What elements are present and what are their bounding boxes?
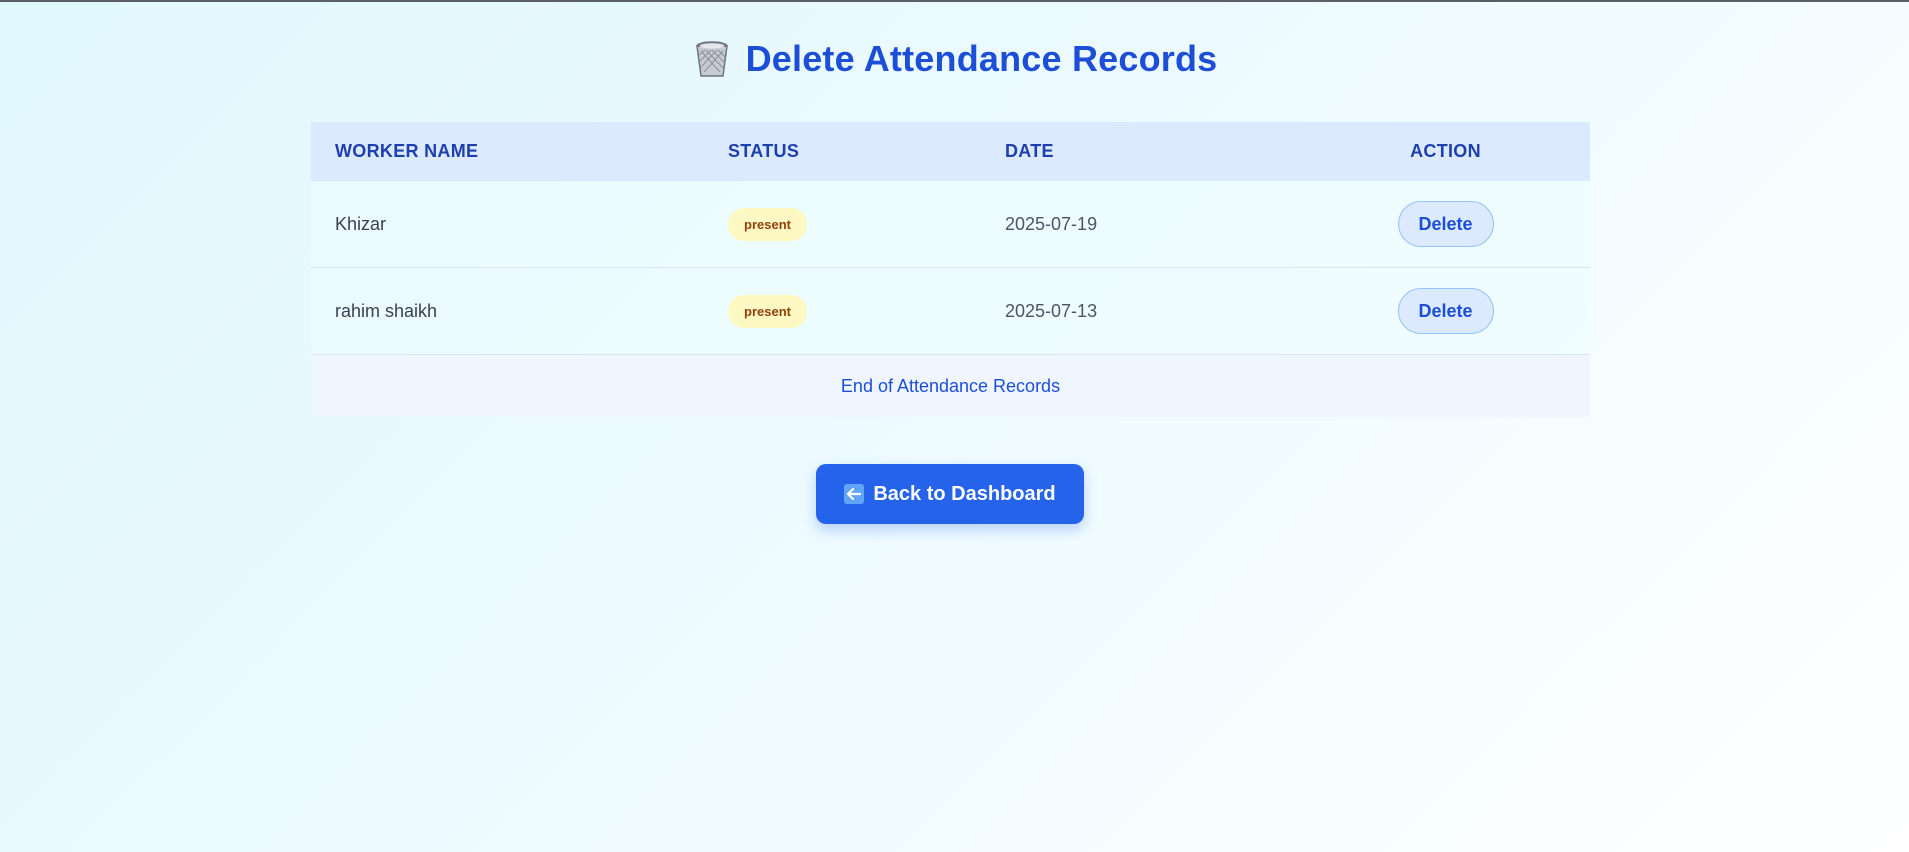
left-arrow-icon bbox=[844, 484, 865, 504]
column-header-worker-name: WORKER NAME bbox=[311, 122, 704, 181]
column-header-status: STATUS bbox=[704, 122, 981, 181]
wastebasket-icon bbox=[692, 39, 732, 79]
table-row: rahim shaikh present 2025-07-13 Delete bbox=[311, 267, 1590, 355]
window-top-border bbox=[0, 0, 1909, 2]
action-cell: Delete bbox=[1301, 181, 1590, 268]
status-cell: present bbox=[704, 181, 981, 268]
worker-name-cell: rahim shaikh bbox=[311, 267, 704, 355]
date-cell: 2025-07-19 bbox=[981, 181, 1301, 268]
attendance-table-container: WORKER NAME STATUS DATE ACTION Khizar pr… bbox=[311, 122, 1590, 417]
status-badge: present bbox=[728, 207, 807, 241]
column-header-date: DATE bbox=[981, 122, 1301, 181]
column-header-action: ACTION bbox=[1301, 122, 1590, 181]
delete-button[interactable]: Delete bbox=[1397, 201, 1494, 247]
table-header-row: WORKER NAME STATUS DATE ACTION bbox=[311, 122, 1590, 181]
page-title: Delete Attendance Records bbox=[692, 38, 1218, 80]
status-badge: present bbox=[728, 294, 807, 328]
action-cell: Delete bbox=[1301, 267, 1590, 355]
page-title-text: Delete Attendance Records bbox=[745, 38, 1218, 79]
table-footer-row: End of Attendance Records bbox=[311, 354, 1590, 417]
delete-button[interactable]: Delete bbox=[1397, 288, 1494, 334]
back-to-dashboard-label: Back to Dashboard bbox=[873, 482, 1056, 505]
date-cell: 2025-07-13 bbox=[981, 267, 1301, 355]
page-header: Delete Attendance Records bbox=[0, 38, 1909, 84]
table-footer-text: End of Attendance Records bbox=[311, 354, 1590, 417]
attendance-table: WORKER NAME STATUS DATE ACTION Khizar pr… bbox=[311, 122, 1590, 417]
worker-name-cell: Khizar bbox=[311, 181, 704, 268]
table-row: Khizar present 2025-07-19 Delete bbox=[311, 181, 1590, 268]
back-to-dashboard-button[interactable]: Back to Dashboard bbox=[816, 464, 1084, 524]
status-cell: present bbox=[704, 267, 981, 355]
